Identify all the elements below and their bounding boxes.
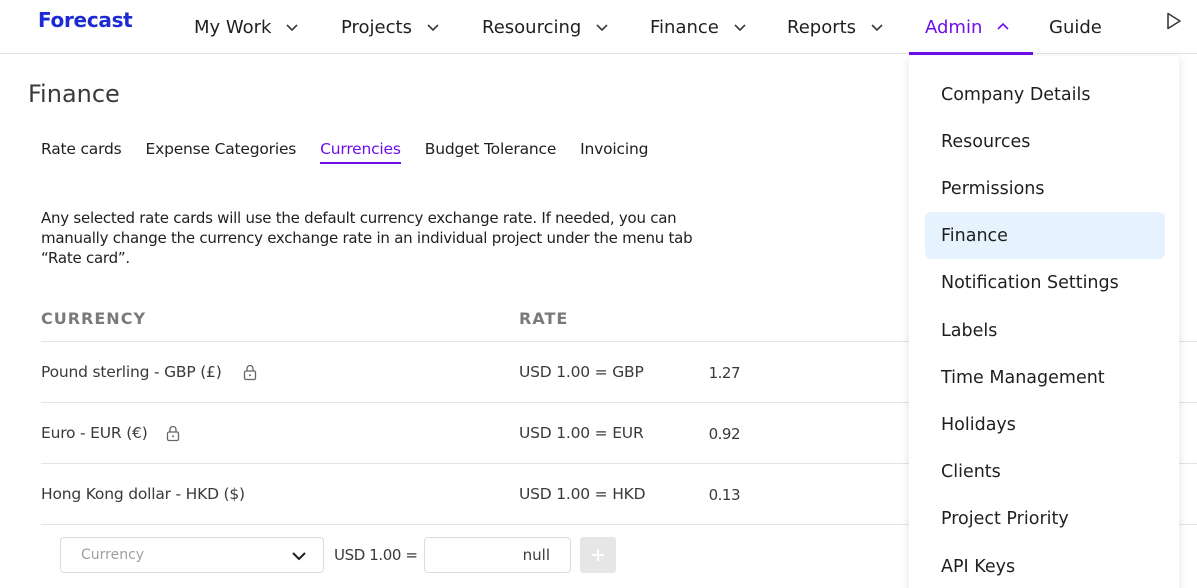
tab-expense-categories[interactable]: Expense Categories	[146, 140, 297, 164]
finance-tabs: Rate cards Expense Categories Currencies…	[41, 140, 672, 164]
admin-dropdown-menu: Company Details Resources Permissions Fi…	[909, 56, 1179, 588]
chevron-down-icon	[286, 24, 299, 32]
currency-name: Euro - EUR (€)	[41, 424, 148, 442]
currency-select[interactable]: Currency	[60, 537, 324, 573]
chevron-down-icon	[292, 552, 306, 561]
nav-admin[interactable]: Admin	[909, 0, 1033, 55]
menu-item-api-keys[interactable]: API Keys	[925, 543, 1165, 588]
nav-finance[interactable]: Finance	[650, 0, 747, 54]
nav-label: Resourcing	[482, 16, 582, 38]
usd-base-label: USD 1.00 =	[334, 546, 418, 564]
chevron-down-icon	[734, 24, 746, 32]
currency-column-header: CURRENCY	[41, 309, 147, 328]
rate-column-header: RATE	[519, 309, 569, 328]
app-logo[interactable]: Forecast	[38, 8, 133, 32]
lock-icon	[166, 425, 180, 442]
chevron-down-icon	[596, 24, 608, 32]
active-nav-indicator	[909, 52, 1033, 55]
menu-item-company-details[interactable]: Company Details	[925, 71, 1165, 118]
menu-item-clients[interactable]: Clients	[925, 448, 1165, 495]
menu-item-finance[interactable]: Finance	[925, 212, 1165, 259]
rate-label: USD 1.00 = GBP	[519, 363, 644, 381]
chevron-up-icon	[997, 22, 1009, 30]
chevron-down-icon	[427, 24, 439, 32]
chevron-down-icon	[871, 24, 883, 32]
menu-item-resources[interactable]: Resources	[925, 118, 1165, 165]
tab-budget-tolerance[interactable]: Budget Tolerance	[425, 140, 557, 164]
nav-label: Admin	[925, 16, 983, 38]
currency-name: Pound sterling - GBP (£)	[41, 363, 222, 381]
menu-item-permissions[interactable]: Permissions	[925, 165, 1165, 212]
rate-label: USD 1.00 = HKD	[519, 485, 646, 503]
rate-value[interactable]: 0.13	[680, 486, 741, 504]
nav-label: Finance	[650, 16, 719, 38]
nav-label: Reports	[787, 16, 857, 38]
tab-invoicing[interactable]: Invoicing	[580, 140, 648, 164]
lock-icon	[243, 364, 257, 381]
nav-label: My Work	[194, 16, 272, 38]
nav-projects[interactable]: Projects	[341, 0, 440, 54]
menu-item-time-management[interactable]: Time Management	[925, 354, 1165, 401]
rate-value[interactable]: 1.27	[680, 364, 741, 382]
select-placeholder: Currency	[81, 547, 145, 563]
currencies-description: Any selected rate cards will use the def…	[41, 209, 693, 267]
nav-resourcing[interactable]: Resourcing	[482, 0, 609, 54]
nav-guide[interactable]: Guide	[1049, 0, 1102, 54]
nav-label: Guide	[1049, 16, 1102, 38]
page-title: Finance	[28, 80, 120, 108]
rate-label: USD 1.00 = EUR	[519, 424, 644, 442]
add-currency-button[interactable]	[580, 537, 616, 573]
tab-currencies[interactable]: Currencies	[320, 140, 401, 164]
plus-icon	[592, 549, 604, 561]
tab-rate-cards[interactable]: Rate cards	[41, 140, 122, 164]
menu-item-notification-settings[interactable]: Notification Settings	[925, 259, 1165, 306]
top-navigation: Forecast My Work Projects Resourcing Fin…	[0, 0, 1197, 55]
nav-reports[interactable]: Reports	[787, 0, 884, 54]
currency-name: Hong Kong dollar - HKD ($)	[41, 485, 245, 503]
play-icon[interactable]	[1166, 12, 1182, 30]
menu-item-labels[interactable]: Labels	[925, 307, 1165, 354]
menu-item-holidays[interactable]: Holidays	[925, 401, 1165, 448]
menu-item-project-priority[interactable]: Project Priority	[925, 495, 1165, 542]
rate-value[interactable]: 0.92	[680, 425, 741, 443]
nav-label: Projects	[341, 16, 412, 38]
nav-my-work[interactable]: My Work	[194, 0, 299, 54]
new-rate-input[interactable]	[424, 537, 571, 573]
